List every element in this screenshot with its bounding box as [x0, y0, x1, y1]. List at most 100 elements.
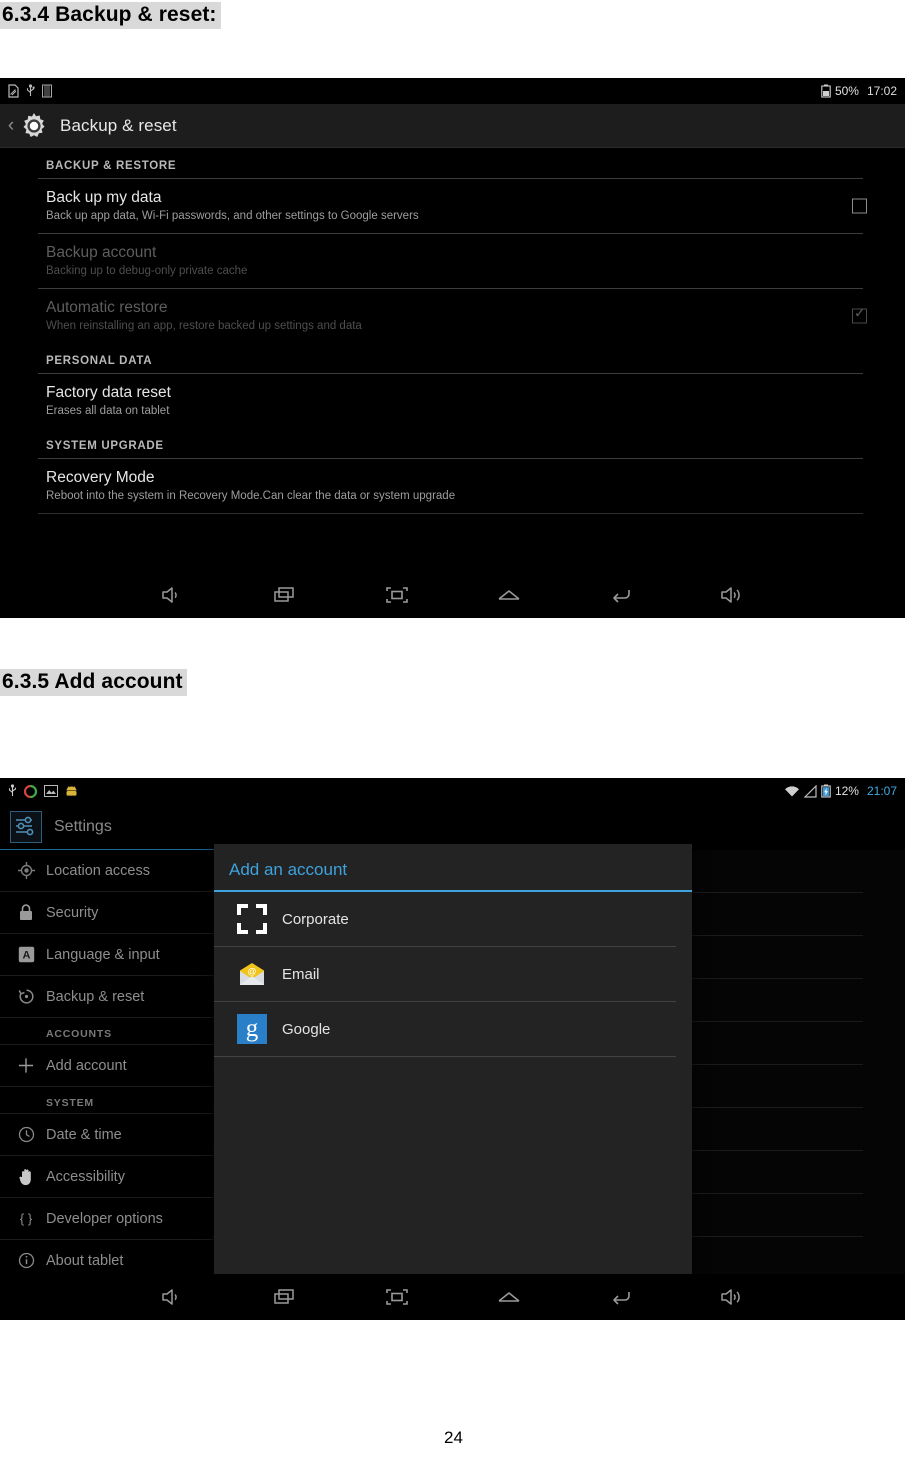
sidebar-item-label: Developer options	[46, 1210, 163, 1227]
pref-automatic-restore: Automatic restore When reinstalling an a…	[0, 289, 905, 343]
pref-summary: Backing up to debug-only private cache	[46, 265, 248, 277]
status-bar: 12% 21:07	[0, 778, 905, 804]
home-icon[interactable]	[490, 1282, 528, 1312]
pref-back-up-my-data[interactable]: Back up my data Back up app data, Wi-Fi …	[0, 179, 905, 233]
pref-title: Recovery Mode	[46, 469, 155, 486]
pref-summary: Erases all data on tablet	[46, 405, 170, 417]
settings-sliders-icon	[10, 810, 42, 843]
settings-gear-icon[interactable]	[18, 110, 50, 142]
dialog-title: Add an account	[229, 860, 348, 879]
sidebar-item-label: Language & input	[46, 946, 160, 963]
volume-down-icon[interactable]	[154, 1282, 192, 1312]
section-header-backup-restore: BACKUP & RESTORE	[46, 160, 177, 172]
clock-icon	[17, 1126, 35, 1144]
checkmark-icon: ✓	[854, 304, 866, 321]
sidebar-item-add-account[interactable]: Add account	[0, 1045, 213, 1087]
account-option-label: Email	[282, 965, 320, 983]
sidebar-item-label: Accessibility	[46, 1168, 125, 1185]
svg-text:{ }: { }	[20, 1211, 33, 1226]
settings-title: Settings	[54, 817, 112, 835]
sidebar-section-system: SYSTEM	[0, 1087, 213, 1114]
sidebar-item-label: Add account	[46, 1057, 127, 1074]
pref-summary: When reinstalling an app, restore backed…	[46, 320, 362, 332]
status-clock: 21:07	[866, 784, 897, 798]
automatic-restore-checkbox: ✓	[852, 304, 867, 324]
battery-percent: 50%	[834, 84, 859, 98]
sidebar-item-developer-options[interactable]: { } Developer options	[0, 1198, 213, 1240]
svg-text:@: @	[247, 967, 256, 977]
status-bar-left-icons	[8, 784, 78, 798]
divider	[38, 513, 863, 514]
lock-icon	[17, 904, 35, 922]
sim-card-icon	[42, 84, 52, 98]
sync-icon	[23, 784, 38, 798]
status-clock: 17:02	[866, 84, 897, 98]
account-option-google[interactable]: g Google	[214, 1002, 676, 1057]
volume-up-icon[interactable]	[714, 1282, 752, 1312]
screenshot-icon[interactable]	[378, 580, 416, 610]
sidebar-item-label: Location access	[46, 862, 150, 879]
backup-restore-icon	[17, 988, 35, 1006]
screenshot-add-account: 12% 21:07 Settings Location access Secur…	[0, 778, 905, 1320]
pref-summary: Back up app data, Wi-Fi passwords, and o…	[46, 210, 419, 222]
pref-title: Back up my data	[46, 189, 162, 206]
plus-icon	[17, 1057, 35, 1075]
sidebar-item-security[interactable]: Security	[0, 892, 213, 934]
pref-recovery-mode[interactable]: Recovery Mode Reboot into the system in …	[0, 459, 905, 513]
account-option-corporate[interactable]: Corporate	[214, 892, 676, 947]
corporate-icon	[237, 904, 267, 934]
navigation-bar	[0, 572, 905, 618]
volume-down-icon[interactable]	[154, 580, 192, 610]
usb-icon	[8, 784, 17, 798]
section-header-system-upgrade: SYSTEM UPGRADE	[46, 440, 164, 452]
settings-screen: Settings Location access Security A Lang…	[0, 804, 905, 1320]
pref-title: Backup account	[46, 244, 157, 261]
account-option-label: Google	[282, 1020, 331, 1038]
pref-title: Automatic restore	[46, 299, 168, 316]
action-bar: ‹ Backup & reset	[0, 104, 905, 148]
battery-icon	[821, 84, 831, 98]
back-icon[interactable]	[602, 580, 640, 610]
status-bar: 50% 17:02	[0, 78, 905, 104]
page-number: 24	[444, 1428, 463, 1447]
account-option-email[interactable]: @ Email	[214, 947, 676, 1002]
sidebar-item-label: Backup & reset	[46, 988, 145, 1005]
action-bar-title: Backup & reset	[60, 115, 177, 135]
usb-icon	[26, 84, 35, 98]
navigation-bar	[0, 1274, 905, 1320]
section-header-personal-data: PERSONAL DATA	[46, 355, 153, 367]
sidebar-item-backup-reset[interactable]: Backup & reset	[0, 976, 213, 1018]
home-icon[interactable]	[490, 580, 528, 610]
google-icon: g	[237, 1014, 267, 1044]
android-icon	[65, 785, 78, 797]
pref-factory-data-reset[interactable]: Factory data reset Erases all data on ta…	[0, 374, 905, 428]
recent-apps-icon[interactable]	[266, 1282, 304, 1312]
screenshot-backup-reset: 50% 17:02 ‹ Backup & reset BACKUP & REST…	[0, 78, 905, 618]
status-bar-left-icons	[8, 84, 52, 98]
screenshot-icon[interactable]	[378, 1282, 416, 1312]
signal-icon	[803, 784, 817, 798]
volume-up-icon[interactable]	[714, 580, 752, 610]
recent-apps-icon[interactable]	[266, 580, 304, 610]
email-icon: @	[237, 959, 267, 989]
location-icon	[17, 862, 35, 880]
settings-list: BACKUP & RESTORE Back up my data Back up…	[0, 148, 905, 618]
wifi-icon	[784, 785, 800, 798]
back-chevron-icon[interactable]: ‹	[4, 116, 18, 135]
sidebar-item-date-time[interactable]: Date & time	[0, 1114, 213, 1156]
pref-backup-account: Backup account Backing up to debug-only …	[0, 234, 905, 288]
back-up-my-data-checkbox[interactable]	[852, 198, 867, 214]
battery-charging-icon	[821, 784, 831, 798]
sidebar-item-language-input[interactable]: A Language & input	[0, 934, 213, 976]
sidebar-item-accessibility[interactable]: Accessibility	[0, 1156, 213, 1198]
pref-summary: Reboot into the system in Recovery Mode.…	[46, 490, 456, 502]
sidebar-item-label: Date & time	[46, 1126, 122, 1143]
page-heading-635: 6.3.5 Add account	[0, 669, 187, 696]
info-icon	[17, 1252, 35, 1270]
sidebar-item-location-access[interactable]: Location access	[0, 850, 213, 892]
back-icon[interactable]	[602, 1282, 640, 1312]
svg-text:A: A	[22, 949, 30, 961]
hand-icon	[17, 1168, 35, 1186]
pref-title: Factory data reset	[46, 384, 171, 401]
sidebar-section-accounts: ACCOUNTS	[0, 1018, 213, 1045]
